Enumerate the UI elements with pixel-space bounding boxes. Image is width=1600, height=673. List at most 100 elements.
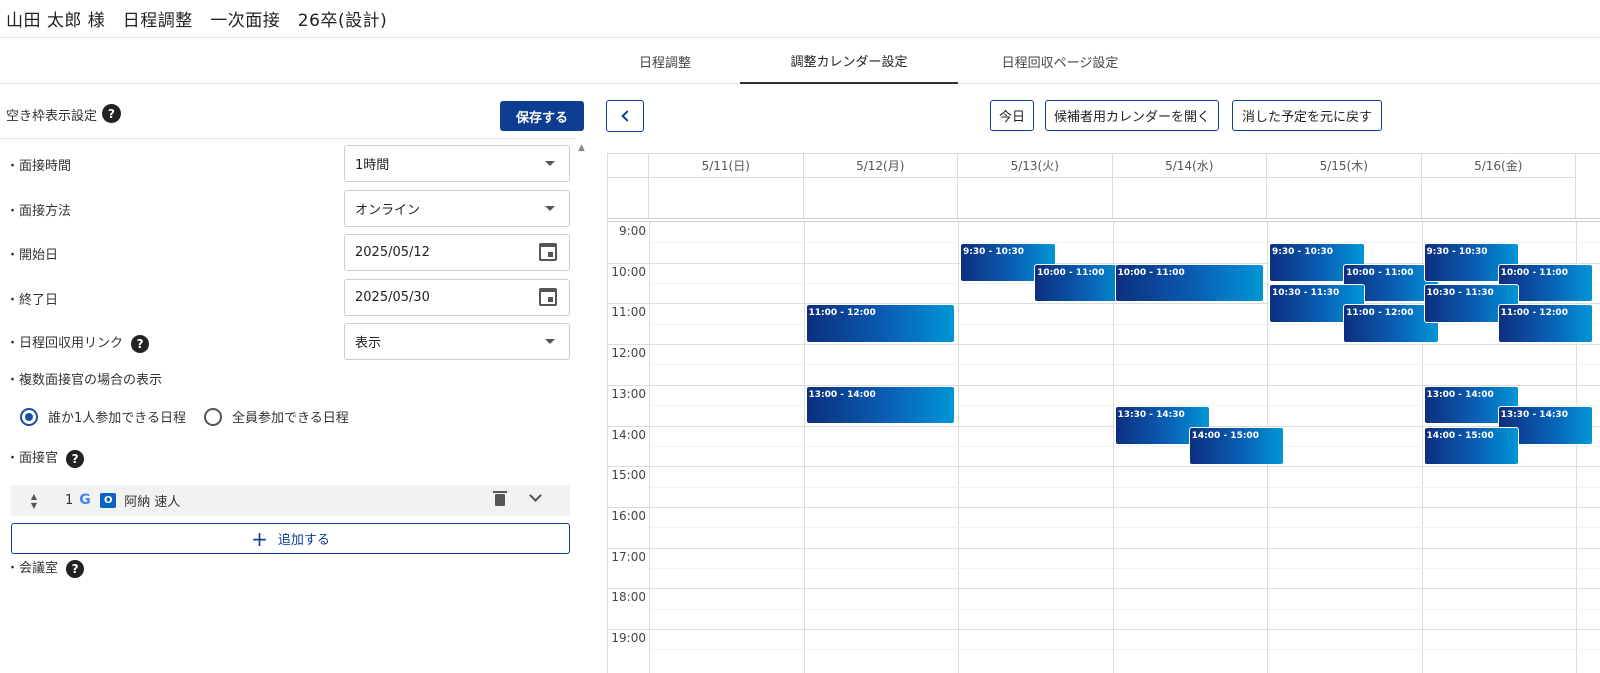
collection-link-select[interactable]: 表示 [344,323,570,360]
add-interviewer-button[interactable]: + 追加する [11,523,570,554]
radio-anyone-label[interactable]: 誰か1人参加できる日程 [48,407,186,426]
calendar-icon[interactable] [539,243,557,261]
tab-bar: 日程調整 調整カレンダー設定 日程回収ページ設定 [0,38,1600,84]
plus-icon: + [251,526,268,551]
half-hour-line [649,527,1600,529]
interview-method-label: ・面接方法 [6,204,72,219]
interview-duration-select[interactable]: 1時間 [344,145,570,182]
interview-method-select[interactable]: オンライン [344,190,570,227]
scroll-up-arrow-icon[interactable]: ▲ [578,143,585,153]
meeting-room-label: ・会議室 ? [6,557,85,578]
day-header[interactable]: 5/16(金) [1421,154,1576,178]
caret-down-icon [545,339,555,344]
page-title: 山田 太郎 様 日程調整 一次面接 26卒(設計) [6,11,388,31]
allday-cell[interactable] [1113,178,1267,218]
end-date-input[interactable]: 2025/05/30 [344,279,570,316]
end-date-value: 2025/05/30 [355,290,430,305]
day-header[interactable]: 5/15(木) [1267,154,1422,178]
caret-down-icon [545,161,555,166]
calendar-icon[interactable] [539,288,557,306]
collection-link-label-text: ・日程回収用リンク [6,336,124,351]
prev-week-button[interactable] [606,100,644,132]
calendar-event[interactable]: 10:00 - 11:00 [1114,263,1264,303]
tab-calendar-settings-label: 調整カレンダー設定 [790,54,908,70]
time-gutter-allday [608,178,649,218]
calendar-event[interactable]: 11:00 - 12:00 [1497,304,1594,344]
multi-interviewer-radio-group: 誰か1人参加できる日程 全員参加できる日程 [20,407,349,426]
day-header[interactable]: 5/12(月) [803,154,958,178]
allday-cell[interactable] [1267,178,1422,218]
multi-interviewer-label: ・複数面接官の場合の表示 [6,373,163,388]
collection-link-value: 表示 [355,336,382,351]
page-header: 山田 太郎 様 日程調整 一次面接 26卒(設計) [0,0,1600,38]
hour-line [608,506,1600,508]
radio-everyone[interactable] [204,407,223,426]
start-date-label: ・開始日 [6,248,59,263]
meeting-room-label-text: ・会議室 [6,561,59,576]
calendar-event[interactable]: 14:00 - 15:00 [1188,426,1285,466]
time-label: 14:00 [611,427,646,442]
hour-line [608,466,1600,468]
trash-icon[interactable] [493,491,507,506]
help-icon[interactable]: ? [131,334,150,353]
day-column-line [958,222,959,673]
radio-anyone[interactable] [20,407,38,426]
time-label: 19:00 [611,631,646,645]
time-label: 12:00 [611,346,646,361]
allday-separator [608,218,1600,222]
settings-panel-header: 空き枠表示設定 ? [0,85,576,139]
time-label: 15:00 [611,468,646,483]
time-label: 9:00 [619,224,646,238]
tab-collection-page-settings-label: 日程回収ページ設定 [1001,55,1119,71]
allday-cell[interactable] [649,178,804,218]
time-label: 16:00 [611,508,646,523]
half-hour-line [649,323,1600,325]
half-hour-line [649,608,1600,610]
half-hour-line [649,486,1600,488]
hour-line [608,344,1600,346]
interviewer-name: 阿納 速人 [124,495,181,510]
google-icon: G [79,492,91,508]
outlook-icon: O [100,493,117,508]
day-column-line [803,222,805,673]
allday-cell[interactable] [1422,178,1576,218]
chevron-down-icon[interactable] [529,489,542,502]
save-button[interactable]: 保存する [500,101,584,131]
calendar-event[interactable]: 13:00 - 14:00 [805,385,955,425]
day-header[interactable]: 5/11(日) [649,154,804,178]
hour-line [608,629,1600,630]
reorder-handle-icon[interactable]: ▲ ▼ [27,492,41,510]
day-column-line [649,222,650,673]
start-date-input[interactable]: 2025/05/12 [344,234,570,271]
start-date-value: 2025/05/12 [355,245,430,260]
add-interviewer-label: 追加する [277,533,330,548]
interviewer-row[interactable]: ▲ ▼ 1 G O 阿納 速人 [11,485,570,516]
interview-duration-label: ・面接時間 [6,159,72,174]
tab-schedule[interactable]: 日程調整 [610,38,720,84]
end-date-label: ・終了日 [6,293,59,308]
hour-line [608,588,1600,590]
calendar-event[interactable]: 11:00 - 12:00 [805,304,955,344]
allday-cell[interactable] [958,178,1113,218]
time-label: 18:00 [611,590,646,605]
collection-link-label: ・日程回収用リンク ? [6,332,150,353]
tab-collection-page-settings[interactable]: 日程回収ページ設定 [985,38,1135,84]
time-label: 10:00 [611,264,646,279]
day-header[interactable]: 5/13(火) [958,154,1113,178]
day-header[interactable]: 5/14(水) [1112,154,1267,178]
calendar-event[interactable]: 14:00 - 15:00 [1423,426,1520,466]
time-label: 17:00 [611,549,646,564]
open-candidate-calendar-button[interactable]: 候補者用カレンダーを開く [1045,100,1219,131]
help-icon[interactable]: ? [102,104,121,123]
help-icon[interactable]: ? [66,559,85,578]
half-hour-line [649,364,1600,366]
help-icon[interactable]: ? [66,449,85,468]
time-gutter-header [608,154,649,178]
today-button[interactable]: 今日 [990,100,1034,131]
half-hour-line [649,567,1600,569]
calendar-grid[interactable]: 5/11(日) 5/12(月) 5/13(火) 5/14(水) 5/15(木) 5/16(… [607,153,1600,673]
restore-deleted-button[interactable]: 消した予定を元に戻す [1232,100,1382,131]
allday-cell[interactable] [804,178,958,218]
tab-calendar-settings[interactable]: 調整カレンダー設定 [740,38,958,84]
radio-everyone-label[interactable]: 全員参加できる日程 [232,407,349,426]
